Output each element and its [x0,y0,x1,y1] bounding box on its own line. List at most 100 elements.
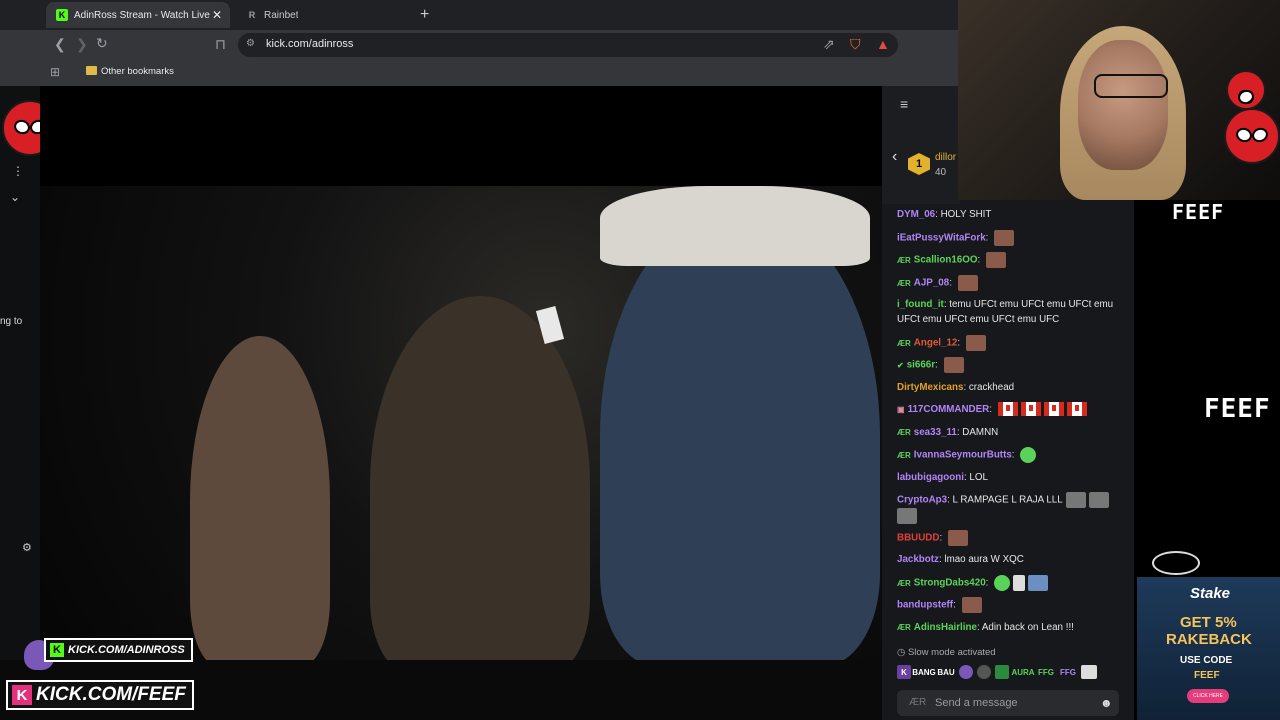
stake-code: FEEF [1194,670,1220,681]
chat-text: lmao aura W XQC [944,554,1024,565]
chat-message: ÆR AdinsHairline: Adin back on Lean !!! [897,622,1074,633]
emote-icon[interactable] [959,665,973,679]
emote-icon [985,252,1006,268]
emote-icon[interactable]: BANG [912,665,936,679]
chat-username[interactable]: DirtyMexicans [897,382,963,393]
sub-badge-icon: ÆR [897,255,911,265]
chat-message: ÆR Scallion16OO: [897,252,1125,268]
apps-grid-icon[interactable]: ⊞ [50,65,60,79]
chat-username[interactable]: si666r [907,360,935,371]
chat-text: Adin back on Lean !!! [981,622,1074,633]
chat-message: DYM_06: HOLY SHIT [897,209,992,220]
bookmark-star-icon[interactable]: ⊓ [215,36,226,53]
chat-message: DirtyMexicans: crackhead [897,382,1015,393]
kick-url-small-banner: K KICK.COM/ADINROSS [44,638,193,662]
new-tab-button[interactable]: + [420,6,429,24]
stake-click-button[interactable]: CLICK HERE [1187,689,1229,703]
emote-icon [1088,492,1109,508]
forward-icon[interactable]: ❯ [76,36,88,53]
chat-username[interactable]: bandupsteff [897,600,953,611]
chat-username[interactable]: i_found_it [897,299,944,310]
emote-icon [957,275,978,291]
settings-gear-icon[interactable]: ⚙ [22,541,32,554]
emote-icon[interactable]: BAU [937,665,955,679]
tab-rainbet[interactable]: R Rainbet [236,2,418,28]
bookmark-other[interactable]: Other bookmarks [101,66,174,77]
person-left [190,336,330,660]
site-info-icon[interactable]: ⚙ [246,38,255,49]
stake-promo-line1: GET 5% [1180,614,1237,631]
stake-logo: Stake [1190,585,1231,602]
chevron-down-icon[interactable]: ⌄ [10,190,20,204]
chevron-left-icon[interactable]: ‹ [892,148,897,166]
canada-flag-icon [997,402,1018,417]
chat-text: LOL [969,472,988,483]
chat-message: labubigagooni: LOL [897,472,988,483]
more-vertical-icon[interactable]: ⋮ [12,164,24,178]
kick-url-big-banner: K KICK.COM/FEEF [6,680,194,710]
chat-menu-icon[interactable]: ≡ [900,96,908,112]
chat-username[interactable]: AdinsHairline [914,622,977,633]
brave-shield-icon[interactable]: ⛉ [850,36,861,53]
sub-badge-icon: ÆR [897,278,911,288]
chat-username[interactable]: AJP_08 [914,278,949,289]
chat-username[interactable]: BBUUDD [897,533,939,544]
back-icon[interactable]: ❮ [54,36,66,53]
spiderman-sticker-icon [1226,70,1266,110]
emote-icon[interactable]: K [897,665,911,679]
chat-message: iEatPussyWitaFork: [897,230,1125,246]
feef-logo: FEEF [1172,200,1225,224]
person-right [600,206,880,660]
left-sidebar [0,86,40,720]
chat-username[interactable]: Scallion16OO [914,255,978,266]
chat-username[interactable]: labubigagooni [897,472,964,483]
chat-message: ÆR Angel_12: [897,335,1125,351]
emote-icon[interactable]: FFG [1037,665,1055,679]
emote-icon [943,357,964,373]
overlay-graphic [1152,551,1200,575]
chat-username[interactable]: StrongDabs420 [914,578,986,589]
emoji-picker-icon[interactable]: ☻ [1100,696,1113,710]
emote-icon[interactable]: FFG [1059,665,1077,679]
emote-icon[interactable] [977,665,991,679]
sub-badge-icon: ÆR [909,697,927,708]
emote-icon[interactable]: AURA [1011,665,1034,679]
tab-adinross[interactable]: K AdinRoss Stream - Watch Live ✕ [46,2,230,28]
chat-message: BBUUDD: [897,530,1125,546]
canada-flag-icon [1066,402,1087,417]
clock-icon: ◷ [897,647,908,658]
canada-flag-icon [1043,402,1064,417]
chat-username[interactable]: 117COMMANDER [908,404,990,415]
emote-quick-bar: K BANG BAU AURA FFG FFG [897,662,1125,682]
close-tab-icon[interactable]: ✕ [212,8,222,22]
chat-username[interactable]: IvannaSeymourButts [914,450,1012,461]
chat-username[interactable]: DYM_06 [897,209,935,220]
chat-username[interactable]: Angel_12 [914,338,958,349]
chat-message: ✔ si666r: [897,357,1125,373]
chat-input-placeholder[interactable]: Send a message [935,697,1018,709]
chat-username[interactable]: sea33_11 [914,427,957,438]
emote-icon [994,575,1011,591]
rewards-icon[interactable]: ▲ [876,36,890,52]
feef-logo: FEEF [1204,394,1271,424]
emote-icon[interactable] [995,665,1009,679]
chat-message: ÆR IvannaSeymourButts: [897,447,1125,463]
top-gifter-name[interactable]: dillor [935,152,956,163]
chat-username[interactable]: iEatPussyWitaFork [897,233,986,244]
reload-icon[interactable]: ↻ [96,35,108,52]
sub-badge-icon: ÆR [897,338,911,348]
chat-username[interactable]: CryptoAp3 [897,495,947,506]
emote-icon[interactable] [1081,665,1097,679]
share-icon[interactable]: ⇗ [823,36,835,53]
folder-icon [86,66,97,75]
kick-favicon-icon: K [56,9,68,21]
kick-logo-icon: K [50,643,64,657]
chat-username[interactable]: Jackbotz [897,554,939,565]
tab-title: AdinRoss Stream - Watch Live [74,9,210,21]
streamer-glasses [1094,74,1168,98]
chat-message: CryptoAp3: L RAMPAGE L RAJA LLL [897,492,1125,524]
kick-logo-icon: K [12,685,32,705]
chat-message: bandupsteff: [897,597,1125,613]
emote-icon [1065,492,1086,508]
url-text[interactable]: kick.com/adinross [266,38,353,50]
